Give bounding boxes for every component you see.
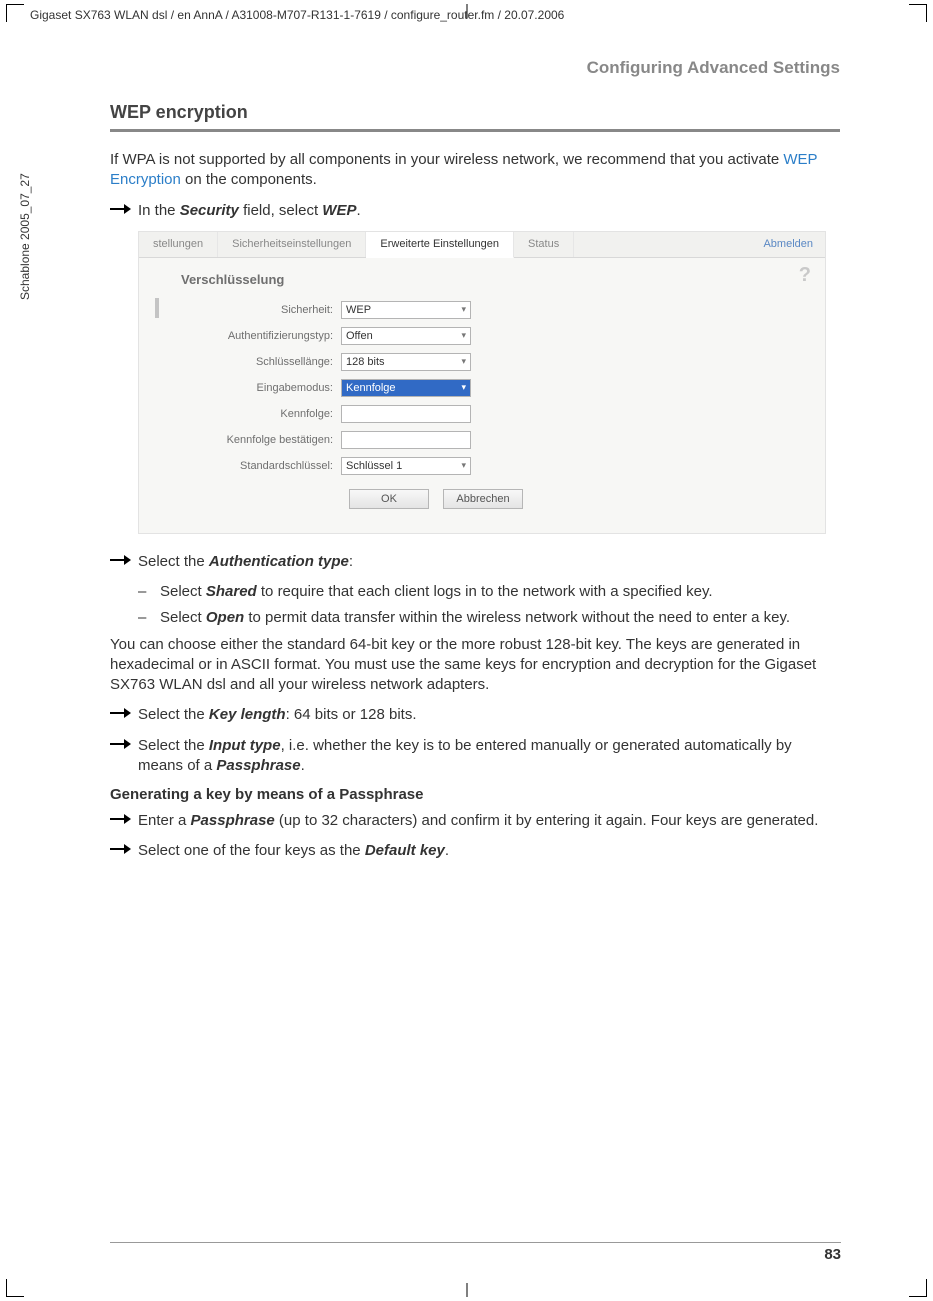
- value-ref: Shared: [206, 583, 257, 600]
- template-version: Schablone 2005_07_27: [18, 173, 32, 300]
- select-authtype[interactable]: Offen ▾: [341, 327, 471, 345]
- text: Enter a: [138, 812, 191, 829]
- row-passphrase: Kennfolge:: [155, 405, 809, 423]
- page-footer-rule: [110, 1242, 841, 1243]
- select-value: Kennfolge: [346, 382, 396, 394]
- tab-spacer: [574, 232, 763, 257]
- text: (up to 32 characters) and confirm it by …: [275, 812, 819, 829]
- row-defaultkey: Standardschlüssel: Schlüssel 1 ▾: [155, 457, 809, 475]
- text: to permit data transfer within the wirel…: [244, 609, 790, 626]
- label-confirm: Kennfolge bestätigen:: [155, 434, 341, 446]
- row-authtype: Authentifizierungstyp: Offen ▾: [155, 327, 809, 345]
- section-title: WEP encryption: [110, 102, 840, 123]
- tab-status[interactable]: Status: [514, 232, 574, 257]
- intro-paragraph: If WPA is not supported by all component…: [110, 150, 840, 191]
- crop-mark: [909, 4, 927, 22]
- text: :: [349, 553, 353, 570]
- row-inputmode: Eingabemodus: Kennfolge ▾: [155, 379, 809, 397]
- crop-mark: [466, 1283, 467, 1297]
- chevron-down-icon: ▾: [461, 330, 466, 341]
- router-ui-screenshot: stellungen Sicherheitseinstellungen Erwe…: [138, 231, 826, 534]
- text: Select the: [138, 553, 209, 570]
- nav-indicator: [155, 298, 159, 318]
- input-confirm-passphrase[interactable]: [341, 431, 471, 449]
- chevron-down-icon: ▾: [461, 356, 466, 367]
- field-ref: Key length: [209, 706, 286, 723]
- select-value: Offen: [346, 330, 373, 342]
- text: Select: [160, 609, 206, 626]
- select-value: 128 bits: [346, 356, 385, 368]
- chevron-down-icon: ▾: [461, 304, 466, 315]
- text: Select the: [138, 706, 209, 723]
- select-inputmode[interactable]: Kennfolge ▾: [341, 379, 471, 397]
- sublist: Select Shared to require that each clien…: [110, 582, 840, 629]
- label-authtype: Authentifizierungstyp:: [155, 330, 341, 342]
- row-security: Sicherheit: WEP ▾: [155, 301, 809, 319]
- ok-button[interactable]: OK: [349, 489, 429, 509]
- crop-mark: [909, 1279, 927, 1297]
- instruction-step: In the Security field, select WEP.: [110, 201, 840, 221]
- instruction-step: Select the Key length: 64 bits or 128 bi…: [110, 705, 840, 725]
- logoff-link[interactable]: Abmelden: [763, 232, 825, 257]
- value-ref: Open: [206, 609, 244, 626]
- list-item: Select Shared to require that each clien…: [138, 582, 840, 602]
- label-security: Sicherheit:: [155, 304, 341, 316]
- text: If WPA is not supported by all component…: [110, 151, 783, 168]
- label-defaultkey: Standardschlüssel:: [155, 460, 341, 472]
- tab-erweitert[interactable]: Erweiterte Einstellungen: [366, 232, 514, 258]
- row-keylen: Schlüssellänge: 128 bits ▾: [155, 353, 809, 371]
- label-keylen: Schlüssellänge:: [155, 356, 341, 368]
- subsection-title: Generating a key by means of a Passphras…: [110, 786, 840, 803]
- field-ref: Passphrase: [216, 757, 300, 774]
- keys-paragraph: You can choose either the standard 64-bi…: [110, 635, 840, 696]
- select-defaultkey[interactable]: Schlüssel 1 ▾: [341, 457, 471, 475]
- select-security[interactable]: WEP ▾: [341, 301, 471, 319]
- text: to require that each client logs in to t…: [257, 583, 713, 600]
- crop-mark: [6, 4, 24, 22]
- text: .: [445, 842, 449, 859]
- label-passphrase: Kennfolge:: [155, 408, 341, 420]
- value-ref: WEP: [322, 202, 356, 219]
- text: .: [301, 757, 305, 774]
- field-ref: Security: [180, 202, 239, 219]
- tab-einstellungen[interactable]: stellungen: [139, 232, 218, 257]
- chevron-down-icon: ▾: [461, 382, 466, 393]
- row-confirm: Kennfolge bestätigen:: [155, 431, 809, 449]
- instruction-step: Enter a Passphrase (up to 32 characters)…: [110, 811, 840, 831]
- text: : 64 bits or 128 bits.: [286, 706, 417, 723]
- field-ref: Default key: [365, 842, 445, 859]
- text: Select one of the four keys as the: [138, 842, 365, 859]
- cancel-button[interactable]: Abbrechen: [443, 489, 523, 509]
- text: In the: [138, 202, 180, 219]
- panel-title: Verschlüsselung: [181, 272, 809, 287]
- chevron-down-icon: ▾: [461, 460, 466, 471]
- text: on the components.: [181, 171, 317, 188]
- select-value: WEP: [346, 304, 371, 316]
- encryption-panel: ? Verschlüsselung Sicherheit: WEP ▾ Auth…: [139, 258, 825, 533]
- tab-bar: stellungen Sicherheitseinstellungen Erwe…: [139, 232, 825, 258]
- text: Select: [160, 583, 206, 600]
- crop-mark: [6, 1279, 24, 1297]
- instruction-step: Select the Input type, i.e. whether the …: [110, 736, 840, 777]
- field-ref: Input type: [209, 737, 281, 754]
- tab-sicherheit[interactable]: Sicherheitseinstellungen: [218, 232, 366, 257]
- field-ref: Passphrase: [191, 812, 275, 829]
- doc-path-header: Gigaset SX763 WLAN dsl / en AnnA / A3100…: [30, 8, 564, 22]
- instruction-step: Select one of the four keys as the Defau…: [110, 841, 840, 861]
- help-icon[interactable]: ?: [799, 264, 811, 287]
- label-inputmode: Eingabemodus:: [155, 382, 341, 394]
- page-number: 83: [824, 1246, 841, 1263]
- list-item: Select Open to permit data transfer with…: [138, 608, 840, 628]
- text: .: [356, 202, 360, 219]
- select-value: Schlüssel 1: [346, 460, 402, 472]
- input-passphrase[interactable]: [341, 405, 471, 423]
- running-head: Configuring Advanced Settings: [110, 58, 840, 78]
- select-keylen[interactable]: 128 bits ▾: [341, 353, 471, 371]
- text: Select the: [138, 737, 209, 754]
- button-row: OK Abbrechen: [349, 489, 809, 509]
- field-ref: Authentication type: [209, 553, 349, 570]
- text: field, select: [239, 202, 322, 219]
- instruction-step: Select the Authentication type:: [110, 552, 840, 572]
- section-rule: [110, 129, 840, 132]
